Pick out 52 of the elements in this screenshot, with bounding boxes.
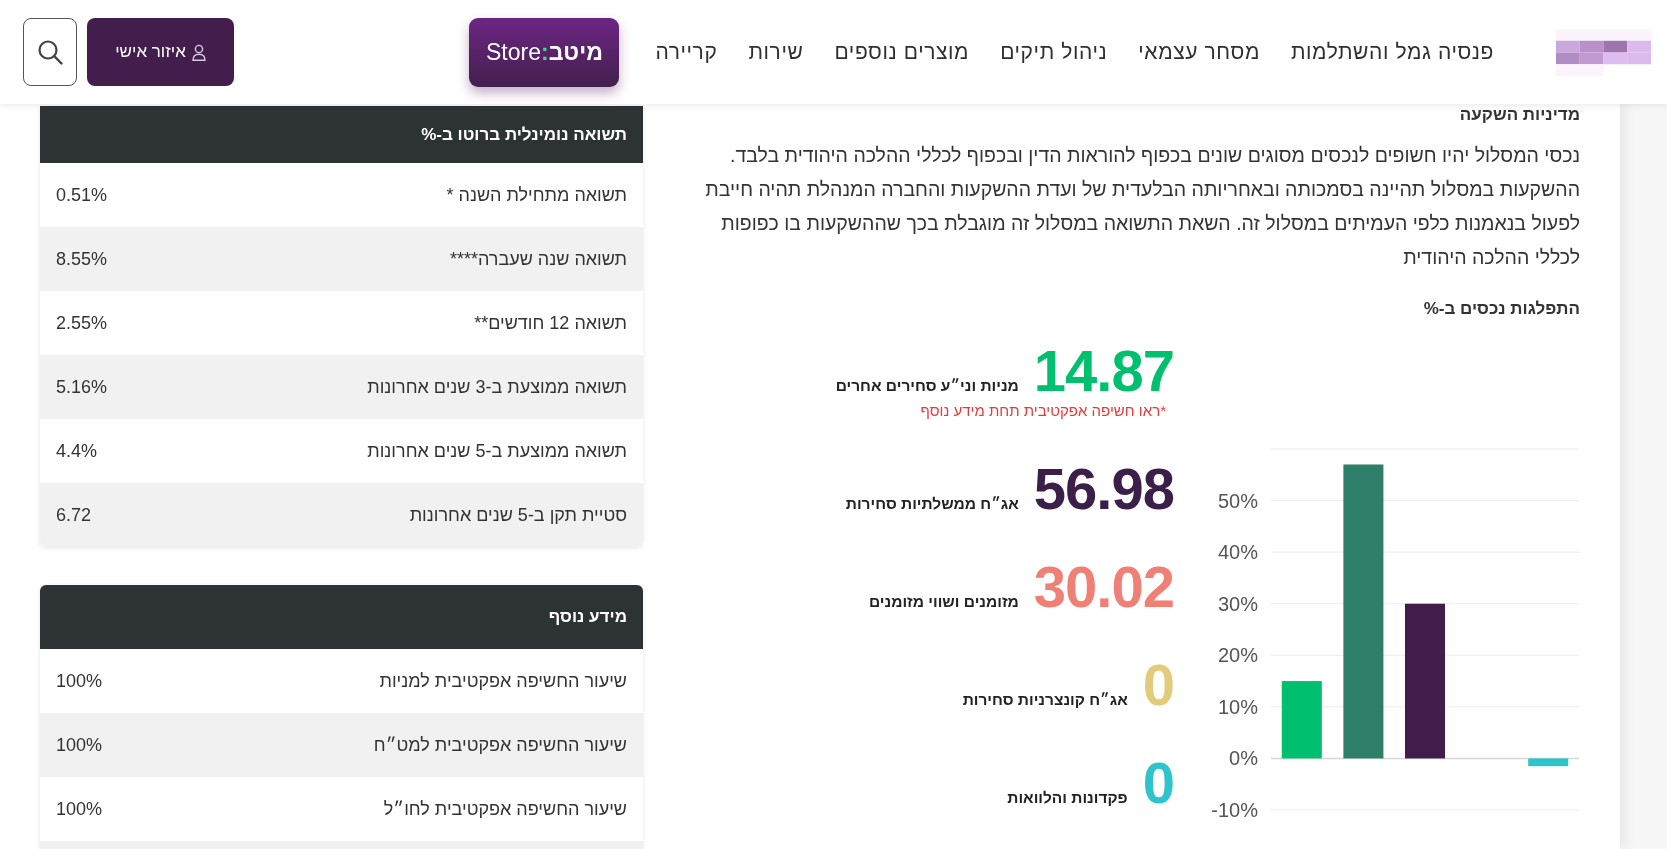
exposure-note: *ראו חשיפה אפקטיבית תחת מידע נוסף [919,402,1167,420]
nav-link[interactable]: מסחר עצמאי [1138,36,1260,68]
nav-link[interactable]: פנסיה גמל והשתלמות [1290,36,1494,68]
allocation-value: 14.87 [1033,342,1174,400]
y-axis-label: 20% [1217,644,1258,667]
row-value: 100% [56,733,103,757]
allocation-label: מניות וני״ע סחירים אחרים [835,376,1019,396]
pixelated-logo[interactable] [1556,28,1651,76]
row-value: 4.4% [56,439,98,463]
policy-paragraph: נכסי המסלול יהיו חשופים לנכסים מסוגים שונים בכפוף להוראות הדין ובכפוף לכללי ההלכה היהודית בלבד. ההשקעות במסלול תהיינה בסמכותה ובאחריותה הבלעדית של ועדת ההשקעות והחברה המנהלת תהיה חייבת לפעול בנאמנות כלפי העמיתים במסלול זה. השאת התשואה במסלול זה מוגבלת בכך שההשקעות בו כפופות לכללי ההלכה היהודית [704,143,1580,270]
search-icon [37,39,63,65]
person-icon [191,43,206,61]
allocation-label: אג״ח קונצרניות סחירות [962,690,1128,710]
allocation-label: אג״ח ממשלתיות סחירות [845,494,1019,514]
nav-link[interactable]: ניהול תיקים [1000,36,1108,68]
row-value: 8.55% [56,247,108,271]
allocation-value: 0 [1142,656,1174,714]
row-label: סטיית תקן ב-5 שנים אחרונות [409,503,627,527]
nav-link[interactable]: שירות [748,36,804,68]
row-label: תשואה שנה שעברה**** [449,247,627,271]
row-label: תשואה ממוצעת ב-5 שנים אחרונות [367,439,627,463]
row-value: 6.72 [56,503,92,527]
search-button[interactable] [23,18,77,86]
table-header: תשואה נומינלית ברוטו ב-% [40,106,643,163]
row-value: 5.16% [56,375,108,399]
row-label: תשואה מתחילת השנה * [446,183,627,207]
allocation-value: 0 [1142,754,1174,812]
allocation-value: 56.98 [1033,460,1174,518]
row-label: תשואה ממוצעת ב-3 שנים אחרונות [367,375,627,399]
row-label: שיעור החשיפה אפקטיבית לחו״ל [383,797,627,821]
y-axis-label: 0% [1229,747,1258,770]
table-header: מידע נוסף [40,585,643,649]
allocation-label: פקדונות והלוואות [1007,788,1128,808]
row-label: שיעור החשיפה אפקטיבית למט״ח [373,733,627,757]
row-value: 100% [56,669,103,693]
y-axis-label: 10% [1217,695,1258,718]
section-title: מדיניות השקעה [1458,104,1580,126]
personal-area-button[interactable]: איזור אישי [87,18,234,86]
row-value: 100% [56,797,103,821]
allocation-label: מזומנים ושווי מזומנים [868,592,1019,612]
nav-link[interactable]: מוצרים נוספים [834,36,970,68]
y-axis-label: 30% [1217,592,1258,615]
section-title: התפלגות נכסים ב-% [1422,298,1580,320]
y-axis-label: -10% [1211,799,1258,821]
row-label: תשואה 12 חודשים** [474,311,627,335]
row-value: 2.55% [56,311,108,335]
row-value: 0.51% [56,183,108,207]
nav-link[interactable]: קריירה [655,36,718,68]
row-label: שיעור החשיפה אפקטיבית למניות [379,669,627,693]
y-axis-label: 50% [1217,489,1258,512]
allocation-value: 30.02 [1033,558,1174,616]
y-axis-label: 40% [1217,541,1258,564]
